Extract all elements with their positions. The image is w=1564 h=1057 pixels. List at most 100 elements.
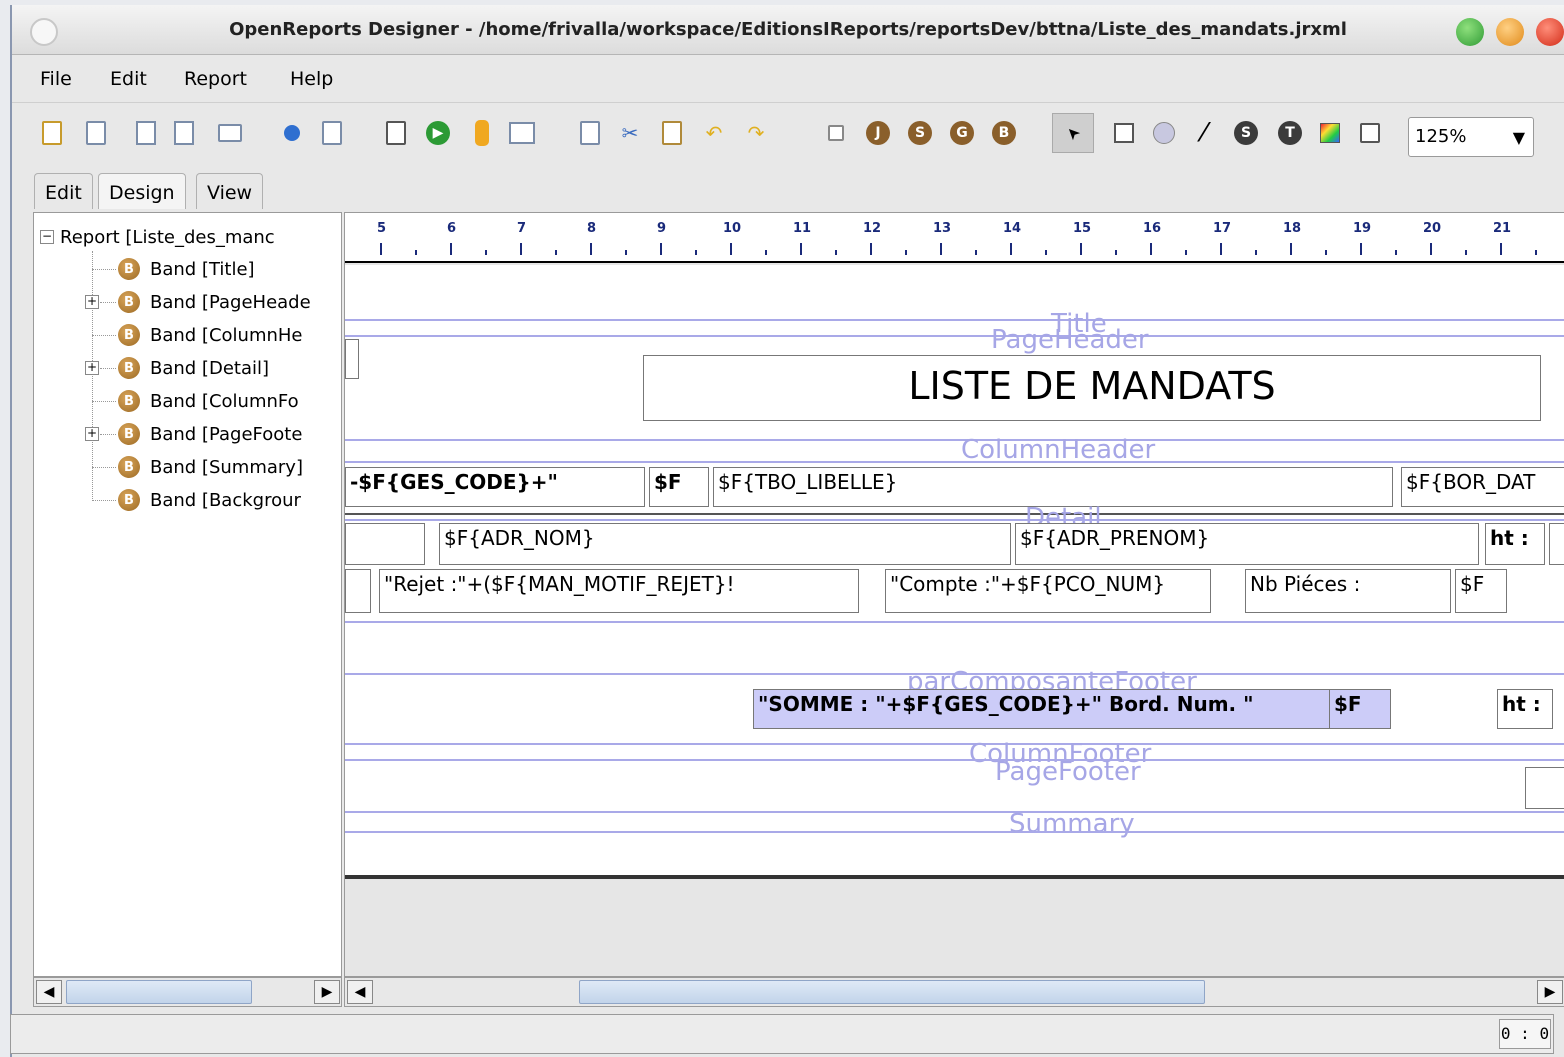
ht-label-field[interactable]: ht : <box>1497 689 1553 729</box>
structure-icon[interactable] <box>822 119 850 147</box>
tree-node-expander[interactable]: + <box>85 361 99 375</box>
undo-icon[interactable]: ↶ <box>700 119 728 147</box>
tree-node-detail[interactable]: B Band [Detail] <box>118 354 269 382</box>
report-field[interactable] <box>345 339 359 379</box>
pointer-icon[interactable]: ➤ <box>1052 113 1094 153</box>
report-field[interactable] <box>345 523 425 565</box>
f-short-field[interactable]: $F <box>1455 569 1507 613</box>
maximize-button[interactable] <box>1496 18 1524 46</box>
tab-edit[interactable]: Edit <box>34 173 93 209</box>
band-j-icon[interactable]: J <box>864 119 892 147</box>
bor-date-field[interactable]: $F{BOR_DAT <box>1401 467 1564 507</box>
tree-node-label: Band [Summary] <box>150 456 303 478</box>
text-icon[interactable]: T <box>1276 119 1304 147</box>
tbo-libelle-field[interactable]: $F{TBO_LIBELLE} <box>713 467 1393 507</box>
tree-node-columnheader[interactable]: B Band [ColumnHe <box>118 321 303 349</box>
tree-node-expander[interactable]: + <box>85 295 99 309</box>
adr-prenom-field[interactable]: $F{ADR_PRENOM} <box>1015 523 1479 565</box>
new-document-icon[interactable] <box>38 119 66 147</box>
datasource-icon[interactable] <box>468 119 496 147</box>
scroll-thumb[interactable] <box>66 980 252 1004</box>
menu-help[interactable]: Help <box>290 68 333 90</box>
scroll-left-button[interactable]: ◀ <box>347 980 373 1004</box>
line-icon[interactable]: ⁄ <box>1190 118 1218 148</box>
f-short-field[interactable]: $F <box>649 467 709 507</box>
cut-icon[interactable]: ✂ <box>616 119 644 147</box>
band-g-icon[interactable]: G <box>948 119 976 147</box>
rectangle-icon[interactable] <box>1110 119 1138 147</box>
ht-label-field[interactable]: ht : <box>1485 523 1545 565</box>
save-all-icon[interactable] <box>170 119 198 147</box>
band-separator <box>345 513 1564 515</box>
run-icon[interactable]: ▶ <box>424 119 452 147</box>
report-tree: − Report [Liste_des_manc B Band [Title] +… <box>33 212 342 977</box>
rejet-field[interactable]: "Rejet :"+($F{MAN_MOTIF_REJET}! <box>379 569 859 613</box>
compile-icon[interactable] <box>318 119 346 147</box>
paste-icon[interactable] <box>658 119 686 147</box>
tree-node-title[interactable]: B Band [Title] <box>118 255 255 283</box>
table-icon[interactable] <box>508 119 536 147</box>
tree-node-label: Band [Backgrour <box>150 489 301 511</box>
tree-connector <box>92 401 116 402</box>
somme-field[interactable]: "SOMME : "+$F{GES_CODE}+" Bord. Num. " <box>753 689 1391 729</box>
tab-design[interactable]: Design <box>98 173 186 209</box>
wizard-icon[interactable] <box>382 119 410 147</box>
band-s-icon[interactable]: S <box>906 119 934 147</box>
cursor-coordinates: 0 : 0 <box>1499 1019 1551 1049</box>
band-icon: B <box>118 423 140 445</box>
blue-dot-icon[interactable] <box>278 119 306 147</box>
band-b-icon[interactable]: B <box>990 119 1018 147</box>
adr-nom-field[interactable]: $F{ADR_NOM} <box>439 523 1011 565</box>
design-canvas[interactable]: 5 6 7 8 9 10 11 12 13 14 15 16 17 18 19 … <box>344 212 1564 977</box>
close-button[interactable] <box>1536 18 1564 46</box>
band-icon: B <box>118 489 140 511</box>
toolbar: ▶ ✂ ↶ ↷ J S G B ➤ ⁄ S T <box>12 103 1564 167</box>
nb-pieces-field[interactable]: Nb Piéces : <box>1245 569 1451 613</box>
tree-node-background[interactable]: B Band [Backgrour <box>118 486 301 514</box>
menu-file[interactable]: File <box>40 68 72 90</box>
tree-root-expander[interactable]: − <box>40 230 54 244</box>
frame-icon[interactable] <box>1356 119 1384 147</box>
title-bar[interactable]: OpenReports Designer - /home/frivalla/wo… <box>12 5 1564 55</box>
compte-field[interactable]: "Compte :"+$F{PCO_NUM} <box>885 569 1211 613</box>
minimize-button[interactable] <box>1456 18 1484 46</box>
tree-node-label: Band [PageHeade <box>150 291 311 313</box>
tree-horizontal-scrollbar[interactable]: ◀ ▶ <box>33 977 342 1007</box>
report-field[interactable] <box>1549 523 1564 565</box>
report-field[interactable] <box>345 569 371 613</box>
scroll-right-button[interactable]: ▶ <box>314 980 340 1004</box>
tree-root[interactable]: Report [Liste_des_manc <box>60 223 275 251</box>
tree-node-summary[interactable]: B Band [Summary] <box>118 453 303 481</box>
tab-view[interactable]: View <box>196 173 264 209</box>
scroll-thumb[interactable] <box>579 980 1205 1004</box>
tree-node-pagefooter[interactable]: B Band [PageFoote <box>118 420 302 448</box>
report-title-field[interactable]: LISTE DE MANDATS <box>643 355 1541 421</box>
band-label-pagefooter: PageFooter <box>995 757 1141 787</box>
redo-icon[interactable]: ↷ <box>742 119 770 147</box>
scroll-left-button[interactable]: ◀ <box>36 980 62 1004</box>
ruler-ticks <box>380 243 1537 255</box>
subreport-icon[interactable]: S <box>1232 119 1260 147</box>
save-icon[interactable] <box>132 119 160 147</box>
tree-node-pageheader[interactable]: B Band [PageHeade <box>118 288 311 316</box>
menu-edit[interactable]: Edit <box>110 68 147 90</box>
scroll-right-button[interactable]: ▶ <box>1537 980 1563 1004</box>
f-short-field[interactable]: $F <box>1329 689 1391 729</box>
report-page[interactable]: Title PageHeader LISTE DE MANDATS Column… <box>345 265 1564 879</box>
tree-node-columnfooter[interactable]: B Band [ColumnFo <box>118 387 299 415</box>
report-field[interactable] <box>1525 767 1564 809</box>
menu-bar: File Edit Report Help <box>12 55 1564 103</box>
band-separator <box>345 519 1564 521</box>
open-document-icon[interactable] <box>82 119 110 147</box>
ges-code-field[interactable]: -$F{GES_CODE}+" <box>345 467 645 507</box>
ellipse-icon[interactable] <box>1150 119 1178 147</box>
canvas-horizontal-scrollbar[interactable]: ◀ ▶ <box>344 977 1564 1007</box>
print-icon[interactable] <box>216 119 244 147</box>
image-icon[interactable] <box>1316 119 1344 147</box>
tree-connector <box>100 302 116 303</box>
zoom-select[interactable]: 125% ▼ <box>1408 117 1534 157</box>
menu-report[interactable]: Report <box>184 68 247 90</box>
copy-icon[interactable] <box>576 119 604 147</box>
tree-node-expander[interactable]: + <box>85 427 99 441</box>
tree-node-label: Band [PageFoote <box>150 423 303 445</box>
